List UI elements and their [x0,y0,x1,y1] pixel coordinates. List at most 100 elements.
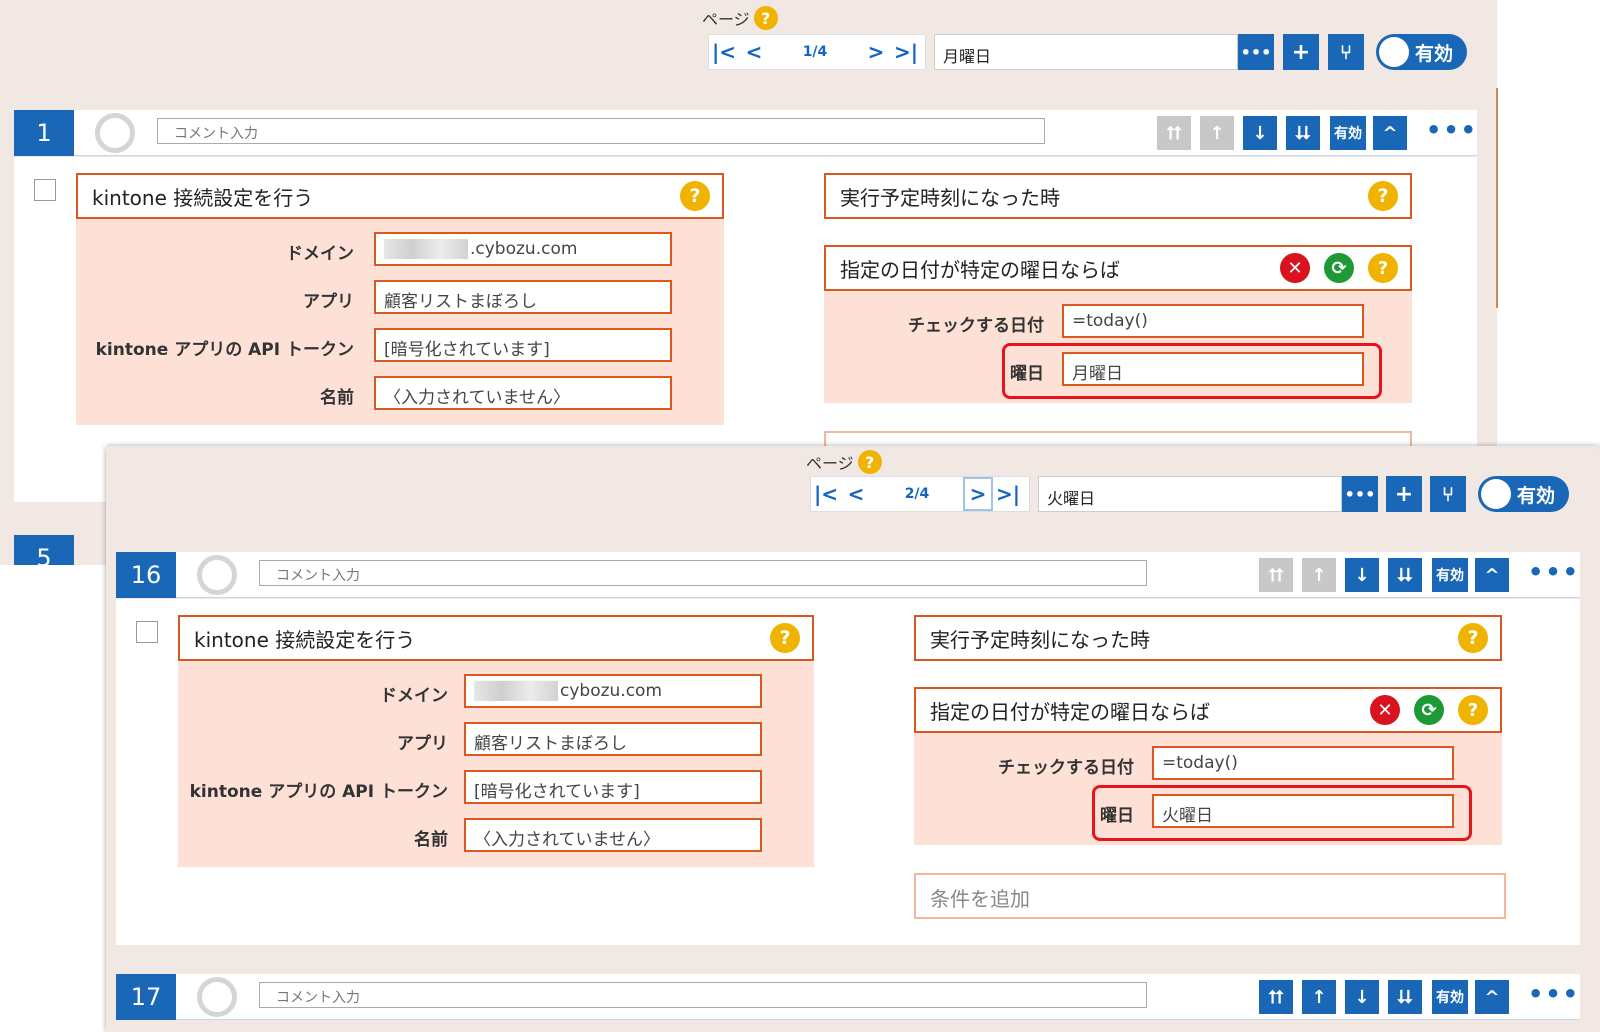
row-menu-button[interactable]: ••• [1528,558,1580,586]
domain-label: ドメイン [380,686,448,706]
name-field[interactable]: 〈入力されていません〉 [374,376,672,410]
divider-line [1496,88,1498,308]
schedule-trigger-block-header[interactable]: 実行予定時刻になった時 ? [914,615,1502,661]
next-page-button[interactable]: > [963,477,993,511]
page-indicator: 2/4 [904,486,930,502]
page-label-text: ページ [806,454,854,473]
last-page-button[interactable]: >| [891,35,921,69]
api-token-field[interactable]: [暗号化されています] [464,770,762,804]
check-date-field[interactable]: =today() [1152,746,1454,780]
help-icon[interactable]: ? [1458,623,1488,653]
help-icon[interactable]: ? [1368,253,1398,283]
block-actions: ✕ ⟳ ? [1370,695,1488,725]
help-icon[interactable]: ? [770,623,800,653]
page-enable-toggle[interactable]: 有効 [1376,34,1468,70]
row-enable-button[interactable]: 有効 [1432,558,1468,592]
move-top-button[interactable]: ⮅ [1259,558,1293,592]
move-top-button[interactable]: ⮅ [1157,116,1191,150]
block-title: 実行予定時刻になった時 [930,627,1150,652]
toggle-knob [1481,479,1511,509]
branch-button[interactable]: ⑂ [1328,34,1364,70]
collapse-button[interactable]: ^ [1373,116,1407,150]
domain-label: ドメイン [286,244,354,264]
help-icon[interactable]: ? [680,181,710,211]
move-bottom-button[interactable]: ⮇ [1388,980,1422,1014]
check-date-label: チェックする日付 [908,316,1044,336]
next-page-button[interactable]: > [861,35,891,69]
comment-input[interactable]: コメント入力 [157,118,1045,144]
weekday-condition-block-header[interactable]: 指定の日付が特定の曜日ならば ✕ ⟳ ? [824,245,1412,291]
move-bottom-button[interactable]: ⮇ [1388,558,1422,592]
app-field[interactable]: 顧客リストまぼろし [374,280,672,314]
row-checkbox[interactable] [136,621,158,643]
pager: |< < 1/4 > >| [708,34,926,70]
domain-field[interactable]: .cybozu.com [374,232,672,266]
page-label-text: ページ [702,10,750,29]
kintone-connect-block-header[interactable]: kintone 接続設定を行う ? [76,173,724,219]
row-menu-button[interactable]: ••• [1426,116,1478,144]
refresh-icon[interactable]: ⟳ [1324,253,1354,283]
move-down-button[interactable]: ↓ [1243,116,1277,150]
help-icon[interactable]: ? [1458,695,1488,725]
row-checkbox[interactable] [34,179,56,201]
comment-input[interactable]: コメント入力 [259,560,1147,586]
branch-button[interactable]: ⑂ [1430,476,1466,512]
comment-input[interactable]: コメント入力 [259,982,1147,1008]
row-number: 16 [116,552,176,598]
domain-value: .cybozu.com [470,239,578,259]
move-down-button[interactable]: ↓ [1345,980,1379,1014]
block-title: 指定の日付が特定の曜日ならば [840,257,1120,282]
row-number: 1 [14,110,74,156]
move-top-button[interactable]: ⮅ [1259,980,1293,1014]
collapse-button[interactable]: ^ [1475,980,1509,1014]
app-field[interactable]: 顧客リストまぼろし [464,722,762,756]
api-token-field[interactable]: [暗号化されています] [374,328,672,362]
move-bottom-button[interactable]: ⮇ [1286,116,1320,150]
api-token-label: kintone アプリの API トークン [95,340,354,360]
kintone-connect-block-header[interactable]: kintone 接続設定を行う ? [178,615,814,661]
page-enable-toggle[interactable]: 有効 [1478,476,1570,512]
name-field[interactable]: 〈入力されていません〉 [464,818,762,852]
row-header: 16 コメント入力 ⮅ ↑ ↓ ⮇ 有効 ^ ••• [116,552,1580,598]
last-page-button[interactable]: >| [993,477,1023,511]
status-spinner-icon [197,977,237,1017]
check-date-field[interactable]: =today() [1062,304,1364,338]
row-enable-button[interactable]: 有効 [1432,980,1468,1014]
redacted-blur [474,681,558,701]
api-token-label: kintone アプリの API トークン [189,782,448,802]
add-page-button[interactable]: + [1283,34,1319,70]
weekday-condition-block-header[interactable]: 指定の日付が特定の曜日ならば ✕ ⟳ ? [914,687,1502,733]
collapse-button[interactable]: ^ [1475,558,1509,592]
row-body: kintone 接続設定を行う ? ドメイン cybozu.com アプリ 顧客… [116,599,1580,945]
move-up-button[interactable]: ↑ [1302,558,1336,592]
move-up-button[interactable]: ↑ [1200,116,1234,150]
row-menu-button[interactable]: ••• [1528,980,1580,1008]
schedule-trigger-block-header[interactable]: 実行予定時刻になった時 ? [824,173,1412,219]
delete-icon[interactable]: ✕ [1370,695,1400,725]
prev-page-button[interactable]: < [841,477,871,511]
first-page-button[interactable]: |< [811,477,841,511]
page-name-input[interactable]: 月曜日 [934,34,1238,70]
page-more-button[interactable]: ••• [1238,34,1274,70]
check-date-label: チェックする日付 [998,758,1134,778]
move-down-button[interactable]: ↓ [1345,558,1379,592]
page-help-icon[interactable]: ? [857,450,882,474]
status-spinner-icon [95,113,135,153]
status-spinner-icon [197,555,237,595]
domain-field[interactable]: cybozu.com [464,674,762,708]
refresh-icon[interactable]: ⟳ [1414,695,1444,725]
move-up-button[interactable]: ↑ [1302,980,1336,1014]
page-more-button[interactable]: ••• [1342,476,1378,512]
delete-icon[interactable]: ✕ [1280,253,1310,283]
prev-page-button[interactable]: < [739,35,769,69]
page-name-input[interactable]: 火曜日 [1038,476,1342,512]
row-enable-button[interactable]: 有効 [1330,116,1366,150]
block-title: 実行予定時刻になった時 [840,185,1060,210]
page-help-icon[interactable]: ? [753,6,778,30]
block-title: kintone 接続設定を行う [92,185,314,210]
add-page-button[interactable]: + [1386,476,1422,512]
help-icon[interactable]: ? [1368,181,1398,211]
add-condition-button[interactable]: 条件を追加 [914,873,1506,919]
row-number: 5 [14,535,74,565]
first-page-button[interactable]: |< [709,35,739,69]
